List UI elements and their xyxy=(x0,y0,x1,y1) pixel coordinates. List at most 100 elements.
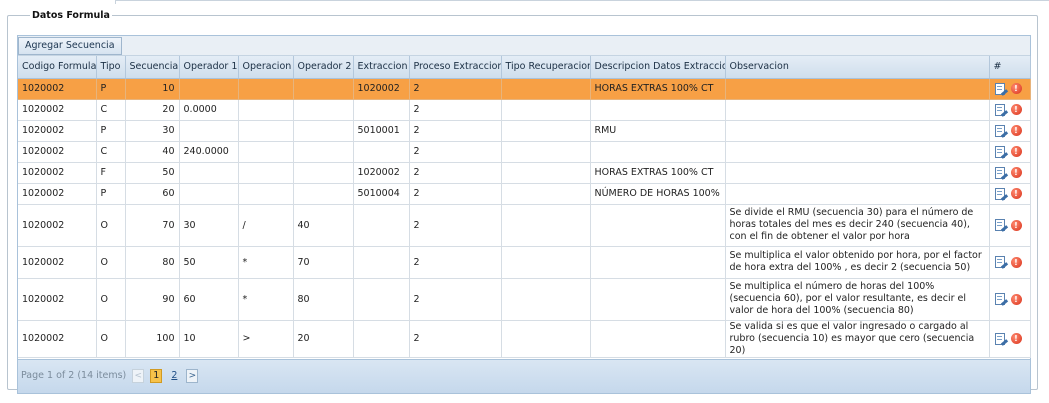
cell-tipo: O xyxy=(96,320,126,358)
cell-descripcion xyxy=(590,278,726,321)
cell-operador-1 xyxy=(179,78,239,100)
cell-codigo: 1020002 xyxy=(18,204,97,247)
edit-document-icon[interactable] xyxy=(994,332,1008,346)
edit-document-icon[interactable] xyxy=(994,124,1008,138)
cell-proceso-extraccion: 2 xyxy=(409,183,502,205)
pager: Page 1 of 2 (14 items) < 1 2 > xyxy=(18,359,1030,393)
cell-operador-2: 70 xyxy=(293,246,354,279)
edit-document-icon[interactable] xyxy=(994,166,1008,180)
table-row[interactable]: 1020002 C 20 0.0000 2! xyxy=(18,99,1031,121)
delete-icon[interactable]: ! xyxy=(1010,83,1022,94)
cell-operacion: > xyxy=(238,320,294,358)
delete-icon[interactable]: ! xyxy=(1010,146,1022,157)
cell-actions: ! xyxy=(989,320,1031,358)
edit-document-icon[interactable] xyxy=(994,82,1008,96)
cell-codigo: 1020002 xyxy=(18,320,97,358)
cell-secuencia: 10 xyxy=(125,78,180,100)
delete-icon[interactable]: ! xyxy=(1010,333,1022,344)
delete-icon[interactable]: ! xyxy=(1010,125,1022,136)
col-operador-2[interactable]: Operador 2 xyxy=(293,56,354,79)
cell-tipo-recuperacion xyxy=(501,278,591,321)
edit-document-icon[interactable] xyxy=(994,256,1008,269)
table-row[interactable]: 1020002 F 50 1020002 2 HORAS EXTRAS 100% CT! xyxy=(18,162,1031,184)
cell-secuencia: 50 xyxy=(125,162,180,184)
table-row[interactable]: 1020002 P 30 5010001 2 RMU! xyxy=(18,120,1031,142)
col-secuencia[interactable]: Secuencia xyxy=(125,56,180,79)
cell-secuencia: 90 xyxy=(125,278,180,321)
cell-tipo-recuperacion xyxy=(501,246,591,279)
cell-operador-1: 30 xyxy=(179,204,239,247)
cell-descripcion: NÚMERO DE HORAS 100% xyxy=(590,183,726,205)
cell-operador-2 xyxy=(293,99,354,121)
grid-toolbar: Agregar Secuencia xyxy=(18,36,1030,56)
cell-operador-2: 80 xyxy=(293,278,354,321)
cell-operador-2 xyxy=(293,78,354,100)
cell-actions: ! xyxy=(989,78,1031,100)
cell-proceso-extraccion: 2 xyxy=(409,141,502,163)
col-observacion[interactable]: Observacion xyxy=(725,56,990,79)
cell-operador-1 xyxy=(179,162,239,184)
cell-observacion xyxy=(725,99,990,121)
table-row[interactable]: 1020002 O 100 10 >20 2 Se valida si es que el … xyxy=(18,320,1031,358)
delete-icon[interactable]: ! xyxy=(1010,293,1022,305)
table-row[interactable]: 1020002 O 70 30/40 2 Se divide el RMU (secuen… xyxy=(18,204,1031,247)
delete-icon[interactable]: ! xyxy=(1010,256,1022,268)
col-codigo-formula[interactable]: Codigo Formula xyxy=(18,56,97,79)
panel-legend: Datos Formula xyxy=(32,10,110,21)
cell-actions: ! xyxy=(989,141,1031,163)
cell-tipo: O xyxy=(96,246,126,279)
cell-tipo: C xyxy=(96,141,126,163)
col-tipo-recuperacion[interactable]: Tipo Recuperacion xyxy=(501,56,591,79)
cell-operacion xyxy=(238,141,294,163)
table-row[interactable]: 1020002 O 90 60 * 80 2 Se multiplica el número … xyxy=(18,278,1031,321)
cell-tipo-recuperacion xyxy=(501,99,591,121)
cell-extraccion: 1020002 xyxy=(353,78,410,100)
delete-icon[interactable]: ! xyxy=(1010,167,1022,178)
page-2-button[interactable]: 2 xyxy=(168,369,180,383)
cell-operacion: * xyxy=(238,278,294,321)
col-operador-1[interactable]: Operador 1 xyxy=(179,56,239,79)
page-1-button[interactable]: 1 xyxy=(150,369,163,383)
edit-document-icon[interactable] xyxy=(994,103,1008,117)
cell-tipo: P xyxy=(96,183,126,205)
cell-operador-1: 240.0000 xyxy=(179,141,239,163)
cell-operacion xyxy=(238,99,294,121)
cell-tipo: F xyxy=(96,162,126,184)
col-proceso-extraccion[interactable]: Proceso Extraccion xyxy=(409,56,502,79)
prev-page-button[interactable]: < xyxy=(132,369,145,383)
cell-secuencia: 30 xyxy=(125,120,180,142)
cell-operacion xyxy=(238,120,294,142)
delete-icon[interactable]: ! xyxy=(1010,188,1022,199)
edit-document-icon[interactable] xyxy=(994,219,1008,232)
next-page-button[interactable]: > xyxy=(186,369,199,383)
delete-icon[interactable]: ! xyxy=(1010,104,1022,115)
edit-document-icon[interactable] xyxy=(994,145,1008,159)
cell-descripcion xyxy=(590,99,726,121)
edit-document-icon[interactable] xyxy=(994,187,1008,201)
delete-icon[interactable]: ! xyxy=(1010,219,1022,231)
col-tipo[interactable]: Tipo xyxy=(96,56,126,79)
col-descripcion[interactable]: Descripcion Datos Extraccion xyxy=(590,56,726,79)
cell-secuencia: 20 xyxy=(125,99,180,121)
cell-tipo-recuperacion xyxy=(501,183,591,205)
add-sequence-button[interactable]: Agregar Secuencia xyxy=(18,37,122,55)
cell-operacion: / xyxy=(238,204,294,247)
edit-document-icon[interactable] xyxy=(994,293,1008,306)
cell-tipo-recuperacion xyxy=(501,320,591,358)
cell-tipo-recuperacion xyxy=(501,162,591,184)
cell-tipo: C xyxy=(96,99,126,121)
table-row[interactable]: 1020002 P 60 5010004 2 NÚMERO DE HORAS 100%! xyxy=(18,183,1031,205)
cell-observacion: Se divide el RMU (secuencia 30) para el … xyxy=(725,204,990,247)
table-row[interactable]: 1020002 O 80 50 * 70 2 Se multiplica el valor o… xyxy=(18,246,1031,279)
col-operacion[interactable]: Operacion xyxy=(238,56,294,79)
cell-operador-2: 40 xyxy=(293,204,354,247)
table-row[interactable]: 1020002 C 40 240.0000 2! xyxy=(18,141,1031,163)
cell-operador-2 xyxy=(293,120,354,142)
cell-proceso-extraccion: 2 xyxy=(409,99,502,121)
cell-descripcion xyxy=(590,246,726,279)
table-row[interactable]: 1020002 P 10 1020002 2 HORAS EXTRAS 100% CT! xyxy=(18,78,1031,100)
cell-proceso-extraccion: 2 xyxy=(409,320,502,358)
col-extraccion[interactable]: Extraccion xyxy=(353,56,410,79)
cell-actions: ! xyxy=(989,183,1031,205)
cell-tipo-recuperacion xyxy=(501,141,591,163)
